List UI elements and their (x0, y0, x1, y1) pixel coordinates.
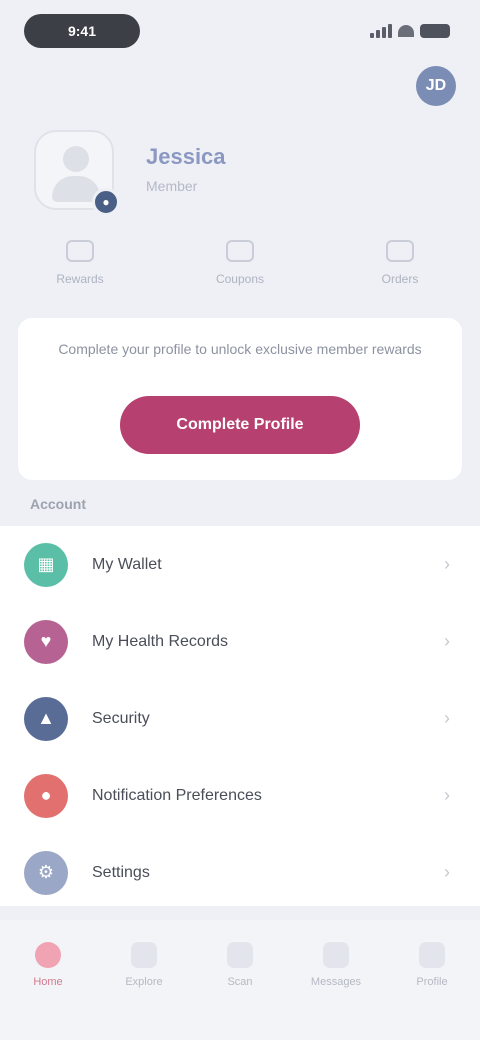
bell-icon: ● (24, 773, 68, 818)
menu-item-health-records[interactable]: ♥ My Health Records › (0, 603, 480, 680)
tab-messages[interactable]: Messages (288, 920, 384, 1040)
menu-item-label: Settings (92, 863, 150, 881)
promo-text: Complete your profile to unlock exclusiv… (58, 341, 422, 357)
stat-coupons[interactable]: Coupons (160, 240, 320, 304)
chevron-right-icon: › (444, 708, 450, 728)
stat-rewards[interactable]: Rewards (0, 240, 160, 304)
menu-item-label: My Wallet (92, 555, 162, 573)
tab-bar: Home Explore Scan Messages Profile (0, 920, 480, 1040)
user-placeholder-icon (63, 146, 89, 172)
header-avatar[interactable]: JD (416, 66, 456, 106)
complete-profile-button[interactable]: Complete Profile (120, 396, 360, 454)
menu-item-settings[interactable]: ⚙ Settings › (0, 834, 480, 911)
tab-explore[interactable]: Explore (96, 920, 192, 1040)
chevron-right-icon: › (444, 862, 450, 882)
stat-label: Rewards (56, 272, 104, 286)
menu-item-label: My Health Records (92, 632, 229, 650)
profile-header: ● Jessica Member (28, 126, 448, 226)
heart-icon: ♥ (24, 619, 68, 664)
gift-icon (66, 240, 94, 262)
signal-icon (370, 24, 392, 38)
tab-label: Messages (310, 976, 362, 988)
menu-item-security[interactable]: ▲ Security › (0, 680, 480, 757)
bag-icon (386, 240, 414, 262)
chevron-right-icon: › (444, 631, 450, 651)
wallet-icon: ▦ (24, 542, 68, 587)
status-bar: 9:41 (0, 0, 480, 64)
home-icon (35, 942, 61, 968)
chevron-right-icon: › (444, 554, 450, 574)
status-time: 9:41 (24, 14, 140, 48)
tab-label: Profile (416, 976, 448, 988)
stat-label: Coupons (215, 272, 265, 286)
tab-home[interactable]: Home (0, 920, 96, 1040)
tab-profile[interactable]: Profile (384, 920, 480, 1040)
tab-label: Scan (227, 976, 253, 988)
menu-item-notifications[interactable]: ● Notification Preferences › (0, 757, 480, 834)
stats-row: Rewards Coupons Orders (0, 240, 480, 304)
stat-label: Orders (381, 272, 419, 286)
stat-orders[interactable]: Orders (320, 240, 480, 304)
profile-name: Jessica (146, 144, 226, 169)
tab-scan[interactable]: Scan (192, 920, 288, 1040)
shield-icon: ▲ (24, 696, 68, 741)
ticket-icon (226, 240, 254, 262)
battery-icon (420, 24, 450, 38)
user-icon (419, 942, 445, 968)
menu-item-wallet[interactable]: ▦ My Wallet › (0, 526, 480, 603)
chevron-right-icon: › (444, 785, 450, 805)
compass-icon (131, 942, 157, 968)
tab-label: Home (33, 976, 63, 988)
chat-icon (323, 942, 349, 968)
camera-icon[interactable]: ● (92, 188, 120, 216)
account-menu: ▦ My Wallet › ♥ My Health Records › ▲ Se… (0, 526, 480, 906)
scan-icon (227, 942, 253, 968)
menu-item-label: Notification Preferences (92, 786, 262, 804)
gear-icon: ⚙ (24, 850, 68, 895)
promo-card: Complete your profile to unlock exclusiv… (18, 318, 462, 480)
status-icons (370, 22, 450, 40)
profile-subtitle: Member (146, 178, 198, 194)
tab-label: Explore (125, 976, 163, 988)
section-title: Account (30, 496, 86, 512)
wifi-icon (398, 25, 414, 37)
menu-item-label: Security (92, 709, 150, 727)
